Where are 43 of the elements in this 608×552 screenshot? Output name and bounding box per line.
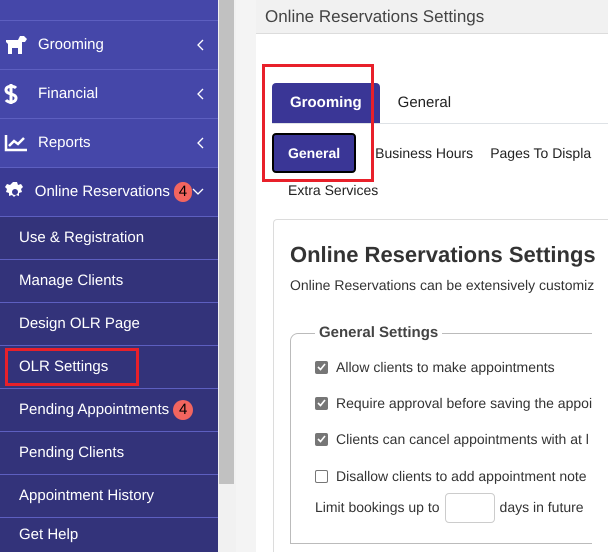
group-title: General Settings [318,323,440,343]
limit-suffix: days in future [500,498,584,517]
scrollbar-thumb[interactable] [219,0,234,484]
option-label: Allow clients to make appointments [336,358,555,377]
submenu-item[interactable]: Pending Clients [19,442,124,464]
count-badge: 4 [173,400,194,420]
checkbox[interactable] [315,360,328,374]
option-label: Disallow clients to add appointment note [336,466,587,486]
sub-tab[interactable]: Business Hours [371,133,478,173]
sidebar-item[interactable]: Financial [0,70,218,119]
page-header: Online Reservations Settings [256,0,608,34]
submenu-item[interactable]: Design OLR Page [19,312,140,336]
dog-icon [4,35,28,55]
submenu-item[interactable]: Manage Clients [19,270,124,292]
checkbox[interactable] [315,470,328,482]
sub-tab[interactable]: General [272,133,356,173]
limit-label: Limit bookings up to [315,498,440,517]
checkbox[interactable] [315,396,328,410]
submenu-item[interactable]: Use & Registration [19,226,144,250]
sidebar-item[interactable]: Online Reservations 4 [0,168,218,217]
sub-tab[interactable]: Extra Services [284,175,382,205]
submenu-item[interactable]: Pending Appointments [19,398,170,422]
days-input[interactable] [444,492,495,522]
line-chart-icon [4,134,28,152]
chevron-down-icon [192,188,204,196]
option-label: Require approval before saving the appoi [336,394,592,413]
checkbox[interactable] [315,432,328,446]
sidebar-item[interactable]: Reports [0,119,218,168]
dollar-icon [4,83,18,105]
count-badge: 4 [174,182,192,202]
submenu-item[interactable]: Get Help [19,524,78,546]
description: Online Reservations can be extensively customiz [290,276,596,295]
card-heading: Online Reservations Settings [290,241,597,269]
tab[interactable]: General [380,83,470,123]
submenu-item[interactable]: Appointment History [19,484,154,508]
chevron-left-icon [196,88,204,100]
chevron-left-icon [196,137,204,149]
tab[interactable]: Grooming [272,83,380,123]
sub-tab[interactable]: Pages To Displa [486,133,596,173]
chevron-left-icon [196,39,204,51]
submenu-item[interactable]: OLR Settings [19,356,108,378]
option-label: Clients can cancel appointments with at l [336,430,589,449]
sidebar-item[interactable]: Grooming [0,21,218,70]
